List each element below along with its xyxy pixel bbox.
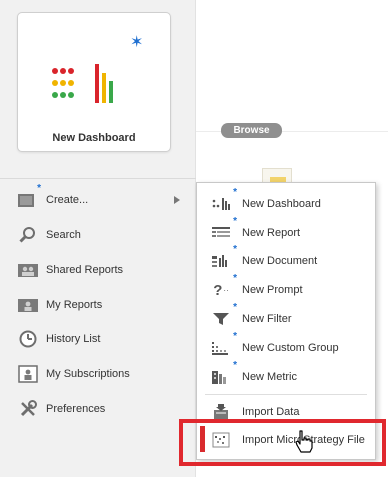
- nav-item-create[interactable]: * Create...: [0, 184, 196, 215]
- history-clock-icon: [17, 329, 39, 349]
- folder-icon: [262, 168, 292, 183]
- dashboard-dots-icon: [52, 64, 113, 103]
- menu-item-label: New Metric: [242, 371, 298, 383]
- menu-item-label: Import Data: [242, 406, 300, 418]
- submenu-arrow-icon: [174, 196, 180, 204]
- menu-item-new-prompt[interactable]: ? ·· * New Prompt: [197, 273, 375, 304]
- menu-item-label: New Report: [242, 227, 301, 239]
- nav-item-my-subscriptions[interactable]: My Subscriptions: [0, 359, 196, 389]
- nav-item-my-reports[interactable]: My Reports: [0, 290, 196, 320]
- browse-button[interactable]: Browse: [221, 123, 282, 138]
- nav-label: My Subscriptions: [46, 368, 130, 380]
- shared-reports-icon: [17, 260, 39, 280]
- nav-item-preferences[interactable]: Preferences: [0, 394, 196, 424]
- left-panel: ✶ New Dashboard * Create... Search Share…: [0, 0, 196, 477]
- menu-item-new-dashboard[interactable]: * New Dashboard: [197, 188, 375, 218]
- prompt-question-icon: ? ·· *: [213, 273, 237, 299]
- menu-item-label: New Prompt: [242, 284, 303, 296]
- divider: [0, 178, 196, 179]
- dashboard-icon: *: [210, 188, 237, 214]
- nav-label: My Reports: [46, 299, 103, 311]
- highlight-box: [179, 419, 386, 466]
- search-icon: [17, 225, 39, 245]
- menu-item-new-custom-group[interactable]: * New Custom Group: [197, 332, 375, 362]
- nav-label: Create...: [46, 194, 89, 206]
- menu-item-label: New Document: [242, 255, 318, 267]
- filter-funnel-icon: *: [210, 303, 237, 329]
- nav-label: Shared Reports: [46, 264, 124, 276]
- my-reports-icon: [17, 295, 39, 315]
- subscriptions-icon: [17, 364, 39, 384]
- menu-item-new-metric[interactable]: * New Metric: [197, 361, 375, 391]
- report-grid-icon: *: [210, 217, 237, 243]
- nav-item-search[interactable]: Search: [0, 220, 196, 250]
- menu-divider: [205, 394, 367, 395]
- metric-icon: *: [210, 361, 237, 387]
- menu-item-label: New Filter: [242, 313, 292, 325]
- nav-label: History List: [46, 333, 101, 345]
- menu-item-new-filter[interactable]: * New Filter: [197, 303, 375, 333]
- nav-item-history-list[interactable]: History List: [0, 324, 196, 354]
- menu-item-new-report[interactable]: * New Report: [197, 217, 375, 247]
- create-icon: *: [17, 184, 41, 210]
- hand-cursor-icon: [295, 430, 313, 453]
- nav-label: Preferences: [46, 403, 106, 415]
- tile-label: New Dashboard: [52, 132, 136, 144]
- nav-label: Search: [46, 229, 81, 241]
- menu-item-label: New Dashboard: [242, 198, 321, 210]
- menu-item-label: New Custom Group: [242, 342, 339, 354]
- document-icon: *: [210, 245, 237, 271]
- new-dashboard-tile[interactable]: ✶ New Dashboard: [17, 12, 171, 152]
- custom-group-icon: *: [210, 332, 237, 358]
- wrench-icon: [17, 399, 39, 419]
- nav-item-shared-reports[interactable]: Shared Reports: [0, 255, 196, 285]
- new-star-icon: ✶: [130, 34, 144, 51]
- menu-item-new-document[interactable]: * New Document: [197, 245, 375, 275]
